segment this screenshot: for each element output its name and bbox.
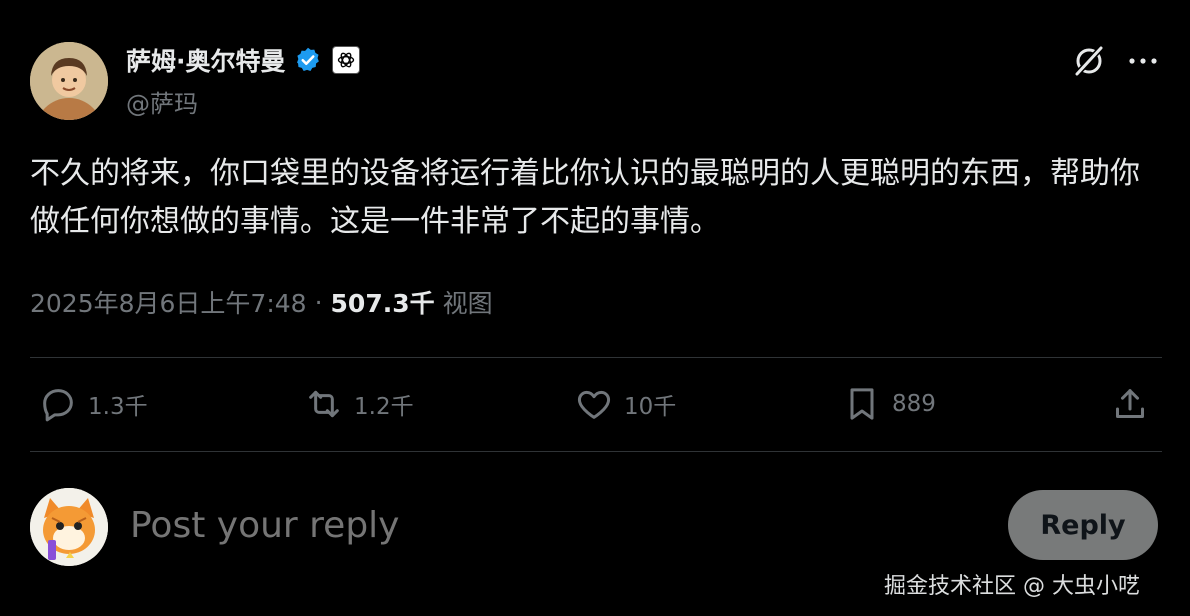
reply-action[interactable]: 1.3千 <box>38 384 148 424</box>
current-user-avatar[interactable] <box>30 488 108 566</box>
share-action[interactable] <box>1110 384 1150 424</box>
share-icon <box>1116 389 1144 418</box>
meta-separator: · <box>314 287 323 317</box>
author-handle[interactable]: @萨玛 <box>126 84 198 119</box>
author-name-row: 萨姆·奥尔特曼 <box>126 40 360 80</box>
views-count: 507.3千 <box>330 289 435 318</box>
more-options-icon[interactable] <box>1126 46 1160 76</box>
reply-button[interactable]: Reply <box>1008 490 1158 560</box>
tweet-meta: 2025年8月6日上午7:48 · 507.3千 视图 <box>30 284 493 320</box>
bookmark-count: 889 <box>892 391 936 417</box>
tweet-text: 不久的将来，你口袋里的设备将运行着比你认识的最聪明的人更聪明的东西，帮助你做任何… <box>30 156 1140 239</box>
grok-icon[interactable] <box>1072 44 1106 78</box>
author-name[interactable]: 萨姆·奥尔特曼 <box>126 42 286 78</box>
verified-badge-icon[interactable] <box>294 46 322 74</box>
watermark: 掘金技术社区 @ 大虫小呓 <box>884 574 1140 599</box>
repost-icon <box>309 390 339 418</box>
divider-bottom <box>30 451 1162 452</box>
reply-input[interactable] <box>130 500 830 550</box>
reply-count: 1.3千 <box>88 394 148 420</box>
affiliation-badge-icon[interactable] <box>331 46 360 74</box>
heart-icon <box>577 390 611 419</box>
repost-action[interactable]: 1.2千 <box>304 384 414 424</box>
reply-icon <box>43 389 73 422</box>
repost-count: 1.2千 <box>354 394 414 420</box>
bookmark-action[interactable]: 889 <box>842 384 936 424</box>
author-avatar[interactable] <box>30 42 108 120</box>
divider-top <box>30 357 1162 358</box>
action-bar: 1.3千 1.2千 10千 889 <box>30 384 1162 432</box>
bookmark-icon <box>850 388 874 420</box>
like-action[interactable]: 10千 <box>574 384 676 424</box>
tweet-timestamp[interactable]: 2025年8月6日上午7:48 <box>30 284 307 320</box>
like-count: 10千 <box>624 394 677 420</box>
views-label: 视图 <box>442 289 493 318</box>
